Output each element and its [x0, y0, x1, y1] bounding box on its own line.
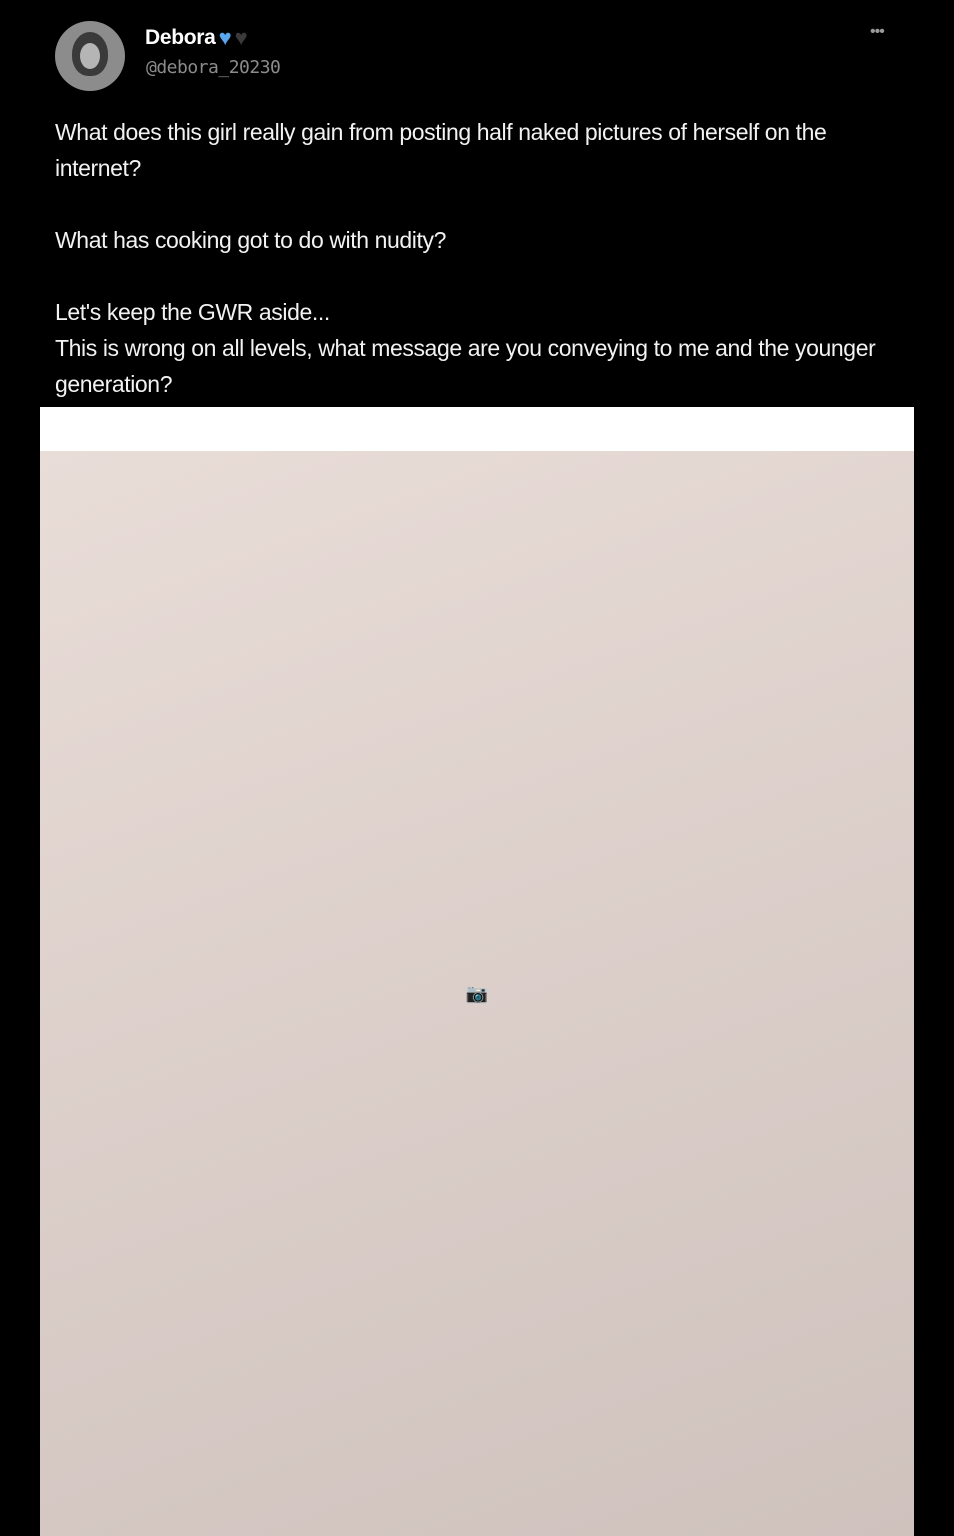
- tweet-paragraph: Let's keep the GWR aside...: [55, 299, 330, 325]
- tweet-paragraph: What has cooking got to do with nudity?: [55, 227, 446, 253]
- tweet-text: What does this girl really gain from pos…: [55, 114, 905, 402]
- user-handle[interactable]: @debora_20230: [146, 57, 281, 78]
- display-name[interactable]: Debora: [145, 26, 216, 50]
- tweet-paragraph: What does this girl really gain from pos…: [55, 119, 827, 181]
- blue-heart-icon: ♥: [218, 25, 232, 50]
- avatar[interactable]: [55, 21, 125, 91]
- right-border: [914, 0, 954, 1536]
- avatar-face: [80, 43, 100, 69]
- image-top-margin: [40, 407, 914, 451]
- screenshot-frame: Debora ♥ ♥ @debora_20230 ••• What does t…: [0, 0, 954, 1536]
- author-name-row: Debora ♥ ♥: [145, 26, 248, 50]
- black-heart-icon: ♥: [234, 25, 248, 50]
- tweet-attached-photo[interactable]: 📷: [40, 451, 914, 1536]
- photo-placeholder: 📷: [465, 983, 489, 1003]
- tweet-card: Debora ♥ ♥ @debora_20230 ••• What does t…: [40, 14, 914, 407]
- more-icon[interactable]: •••: [870, 24, 898, 40]
- tweet-paragraph: This is wrong on all levels, what messag…: [55, 335, 876, 397]
